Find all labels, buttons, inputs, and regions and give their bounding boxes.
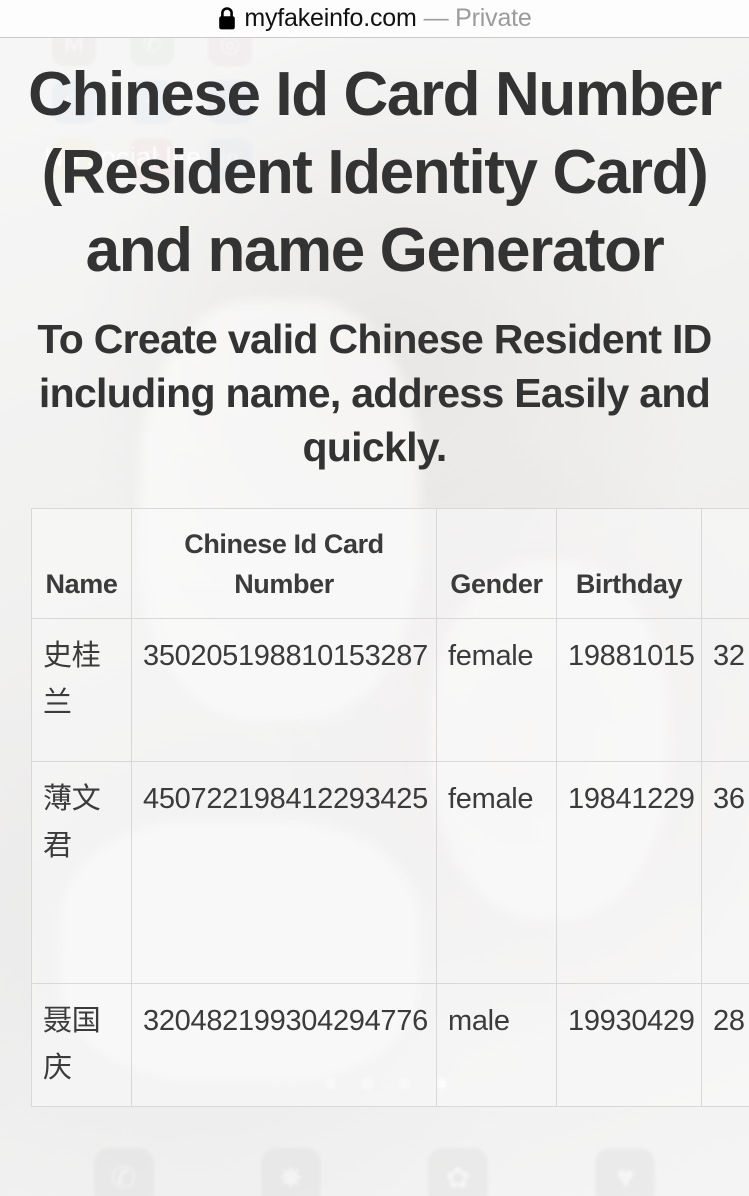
page-subtitle: To Create valid Chinese Resident ID incl… bbox=[37, 316, 712, 470]
cell-birthday: 19841229 bbox=[556, 761, 702, 984]
table-row: 史桂兰 350205198810153287 female 19881015 3… bbox=[31, 618, 749, 762]
health-icon: ♥ bbox=[595, 1148, 656, 1196]
page-title: Chinese Id Card Number (Resident Identit… bbox=[28, 60, 722, 285]
cell-name: 史桂兰 bbox=[31, 618, 132, 762]
cell-gender: female bbox=[436, 618, 557, 762]
column-header-gender: Gender bbox=[436, 508, 557, 619]
cell-gender: male bbox=[436, 983, 557, 1107]
results-table-container: Name Chinese Id Card Number Gender Birth… bbox=[0, 508, 749, 1107]
cell-age: 32 bbox=[701, 618, 749, 762]
cell-id-number: 350205198810153287 bbox=[131, 618, 437, 762]
cell-age: 36 bbox=[701, 761, 749, 984]
column-header-birthday: Birthday bbox=[556, 508, 702, 619]
background-dock: ✆ ✸ ✿ ♥ bbox=[0, 1148, 749, 1196]
generated-id-table: Name Chinese Id Card Number Gender Birth… bbox=[31, 508, 749, 1107]
cell-name: 聂国庆 bbox=[31, 983, 132, 1107]
cell-id-number: 450722198412293425 bbox=[131, 761, 437, 984]
settings-icon: ✿ bbox=[428, 1148, 489, 1196]
cell-id-number: 320482199304294776 bbox=[131, 983, 437, 1107]
cell-name: 薄文君 bbox=[31, 761, 132, 984]
cell-birthday: 19930429 bbox=[556, 983, 702, 1107]
column-header-age: Ag bbox=[701, 508, 749, 619]
table-row: 聂国庆 320482199304294776 male 19930429 28 bbox=[31, 983, 749, 1107]
cell-gender: female bbox=[436, 761, 557, 984]
cell-birthday: 19881015 bbox=[556, 618, 702, 762]
table-row: 薄文君 450722198412293425 female 19841229 3… bbox=[31, 761, 749, 984]
lock-icon bbox=[217, 6, 237, 31]
phone-icon: ✆ bbox=[93, 1148, 154, 1196]
column-header-name: Name bbox=[31, 508, 132, 619]
browser-address-bar[interactable]: myfakeinfo.com — Private bbox=[0, 0, 749, 38]
safari-icon: ✸ bbox=[260, 1148, 321, 1196]
table-header-row: Name Chinese Id Card Number Gender Birth… bbox=[31, 508, 749, 619]
cell-age: 28 bbox=[701, 983, 749, 1107]
address-bar-domain: myfakeinfo.com bbox=[244, 4, 417, 32]
private-browsing-label: — Private bbox=[423, 4, 532, 32]
column-header-id: Chinese Id Card Number bbox=[131, 508, 437, 619]
page-content: Chinese Id Card Number (Resident Identit… bbox=[0, 38, 749, 1107]
